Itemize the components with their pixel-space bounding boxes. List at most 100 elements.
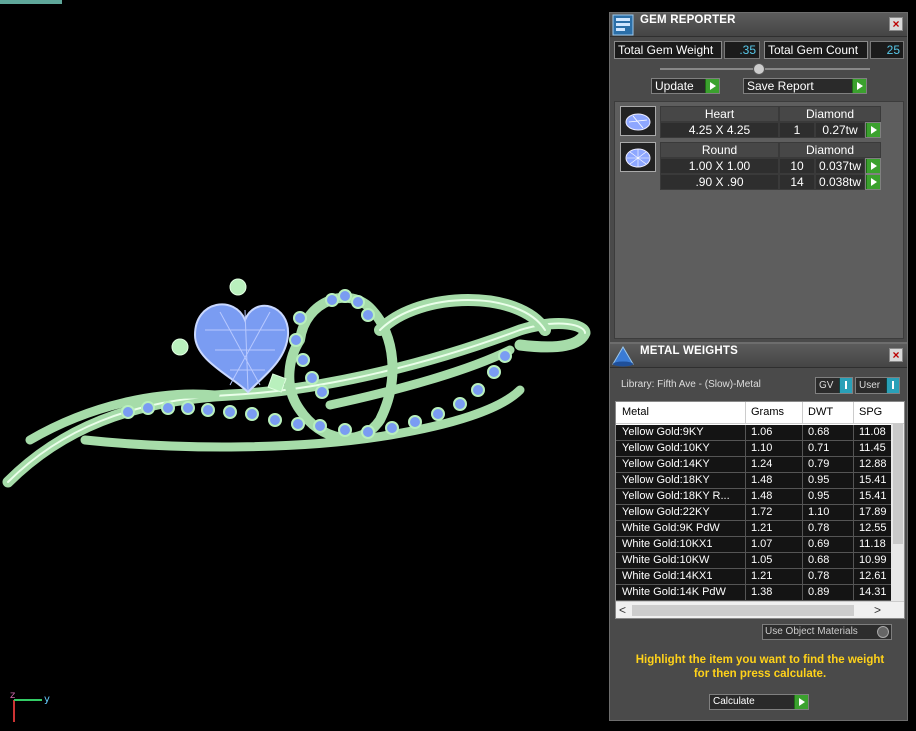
round-gem[interactable] — [181, 401, 195, 415]
dwt-value: 0.95 — [808, 490, 830, 502]
play-icon — [852, 79, 866, 93]
gem-type: Diamond — [779, 106, 881, 122]
round-gem[interactable] — [325, 293, 339, 307]
round-gem[interactable] — [245, 407, 259, 421]
table-row[interactable]: Yellow Gold:14KY 1.24 0.79 12.88 — [616, 457, 891, 473]
round-gem[interactable] — [296, 353, 310, 367]
table-row[interactable]: White Gold:9K PdW 1.21 0.78 12.55 — [616, 521, 891, 537]
table-row[interactable]: Yellow Gold:18KY R... 1.48 0.95 15.41 — [616, 489, 891, 505]
column-header-metal[interactable]: Metal — [622, 406, 649, 418]
round-gem[interactable] — [141, 401, 155, 415]
instruction-line-2: for then press calculate. — [693, 668, 827, 680]
round-gem[interactable] — [161, 401, 175, 415]
round-gem[interactable] — [315, 385, 329, 399]
panel-splitter[interactable] — [660, 68, 870, 70]
toggle-icon — [886, 378, 899, 393]
grams-value: 1.21 — [751, 522, 773, 534]
table-row[interactable]: White Gold:10KX1 1.07 0.69 11.18 — [616, 537, 891, 553]
table-row[interactable]: White Gold:10KW 1.05 0.68 10.99 — [616, 553, 891, 569]
round-gem[interactable] — [498, 349, 512, 363]
round-gem[interactable] — [313, 419, 327, 433]
gem-weight: 0.037tw — [815, 158, 865, 174]
round-gem[interactable] — [293, 311, 307, 325]
round-gem[interactable] — [289, 333, 303, 347]
use-object-materials-option[interactable]: Use Object Materials — [762, 624, 892, 640]
gem-weight: 0.038tw — [815, 174, 865, 190]
scroll-thumb[interactable] — [893, 424, 903, 544]
metal-weights-close-button[interactable]: × — [889, 348, 903, 362]
play-icon — [866, 175, 880, 189]
round-gem[interactable] — [351, 295, 365, 309]
grams-value: 1.05 — [751, 554, 773, 566]
round-gem[interactable] — [338, 289, 352, 303]
round-gem[interactable] — [408, 415, 422, 429]
column-header-dwt[interactable]: DWT — [808, 406, 833, 418]
round-gem[interactable] — [431, 407, 445, 421]
scroll-thumb[interactable] — [632, 605, 854, 616]
round-gem[interactable] — [385, 421, 399, 435]
table-row[interactable]: Yellow Gold:9KY 1.06 0.68 11.08 — [616, 425, 891, 441]
brooch-model[interactable] — [0, 0, 608, 731]
gem-detail-button[interactable] — [865, 122, 881, 138]
column-header-grams[interactable]: Grams — [751, 406, 784, 418]
splitter-handle-icon[interactable] — [753, 63, 765, 75]
metal-name: Yellow Gold:18KY — [622, 474, 710, 486]
gem-detail-button[interactable] — [865, 174, 881, 190]
gem-count: 10 — [779, 158, 815, 174]
horizontal-scrollbar[interactable]: < > — [616, 601, 904, 618]
metal-weights-titlebar[interactable]: METAL WEIGHTS × — [610, 344, 907, 368]
table-row[interactable]: Yellow Gold:10KY 1.10 0.71 11.45 — [616, 441, 891, 457]
round-gem[interactable] — [305, 371, 319, 385]
round-gem[interactable] — [471, 383, 485, 397]
vertical-scrollbar[interactable] — [891, 424, 904, 601]
metal-weights-title: METAL WEIGHTS — [640, 345, 739, 357]
metal-name: Yellow Gold:9KY — [622, 426, 704, 438]
column-header-spg[interactable]: SPG — [859, 406, 882, 418]
round-gem[interactable] — [338, 423, 352, 437]
grams-value: 1.48 — [751, 474, 773, 486]
calculate-button[interactable]: Calculate — [709, 694, 809, 710]
metal-name: White Gold:10KX1 — [622, 538, 713, 550]
round-gem[interactable] — [268, 413, 282, 427]
gem-reporter-titlebar[interactable]: GEM REPORTER × — [610, 13, 907, 37]
user-toggle[interactable]: User — [855, 377, 900, 394]
table-row[interactable]: Yellow Gold:22KY 1.72 1.10 17.89 — [616, 505, 891, 521]
round-gem[interactable] — [121, 405, 135, 419]
gem-reporter-panel: GEM REPORTER × Total Gem Weight .35 Tota… — [609, 12, 908, 343]
metal-table-header: Metal Grams DWT SPG — [616, 402, 904, 424]
table-row[interactable]: White Gold:14KX1 1.21 0.78 12.61 — [616, 569, 891, 585]
instruction-line-1: Highlight the item you want to find the … — [635, 654, 885, 666]
round-gem[interactable] — [487, 365, 501, 379]
scroll-left-icon[interactable]: < — [619, 603, 626, 617]
round-gem[interactable] — [361, 308, 375, 322]
round-gem-thumbnail[interactable] — [620, 142, 656, 172]
round-diamond-icon — [625, 148, 651, 168]
round-gem[interactable] — [291, 417, 305, 431]
table-row[interactable]: White Gold:14K PdW 1.38 0.89 14.31 — [616, 585, 891, 601]
dwt-value: 1.10 — [808, 506, 830, 518]
gem-detail-button[interactable] — [865, 158, 881, 174]
total-gem-count-label: Total Gem Count — [764, 41, 868, 59]
gem-reporter-close-button[interactable]: × — [889, 17, 903, 31]
total-gem-weight-value: .35 — [724, 41, 760, 59]
heart-diamond-icon — [625, 113, 651, 131]
total-gem-weight-label: Total Gem Weight — [614, 41, 722, 59]
gv-toggle[interactable]: GV — [815, 377, 853, 394]
scroll-right-icon[interactable]: > — [874, 603, 881, 617]
update-button[interactable]: Update — [651, 78, 720, 94]
table-row[interactable]: Yellow Gold:18KY 1.48 0.95 15.41 — [616, 473, 891, 489]
round-gem[interactable] — [201, 403, 215, 417]
save-report-button[interactable]: Save Report — [743, 78, 867, 94]
dwt-value: 0.71 — [808, 442, 830, 454]
round-gem[interactable] — [453, 397, 467, 411]
round-gem[interactable] — [361, 425, 375, 439]
radio-icon — [877, 626, 889, 638]
dwt-value: 0.69 — [808, 538, 830, 550]
axis-y-label: y — [44, 694, 50, 705]
heart-gem-thumbnail[interactable] — [620, 106, 656, 136]
3d-viewport[interactable]: z y — [0, 0, 608, 731]
round-gem[interactable] — [223, 405, 237, 419]
dwt-value: 0.95 — [808, 474, 830, 486]
toggle-icon — [839, 378, 852, 393]
scale-icon — [612, 346, 634, 367]
